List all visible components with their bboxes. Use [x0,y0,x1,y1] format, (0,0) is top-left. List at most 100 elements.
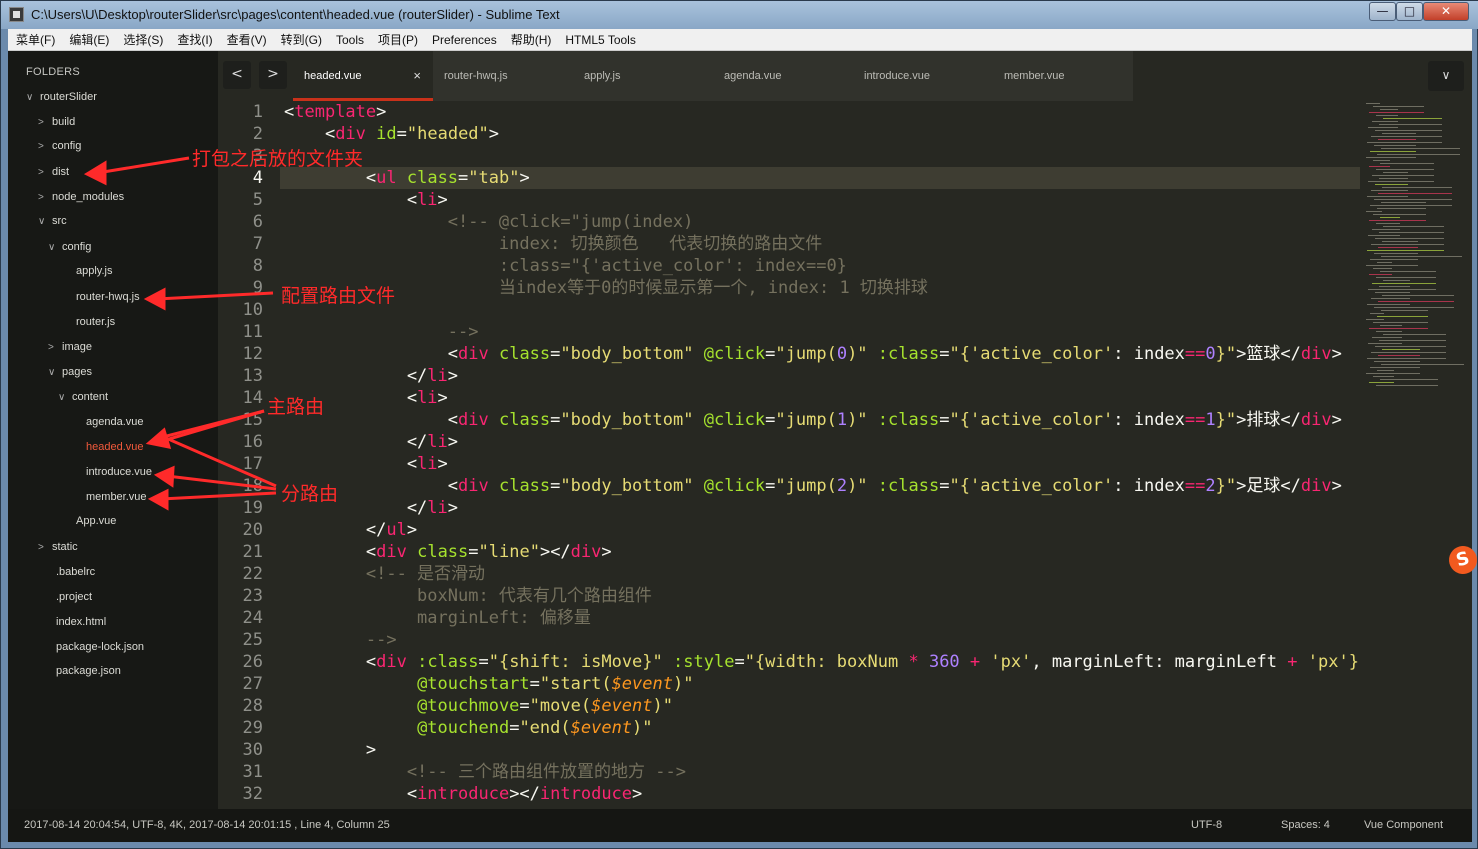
tree-item-build[interactable]: > build [38,112,75,132]
minimap-line [1379,178,1408,179]
tab-introduce-vue[interactable]: introduce.vue [853,51,993,101]
tree-item-label: config [62,241,92,253]
status-encoding[interactable]: UTF-8 [1191,819,1222,831]
code-line: boxNum: 代表有几个路由组件 [284,586,652,606]
line-number: 19 [242,498,263,518]
tree-item-apply-js[interactable]: apply.js [64,261,112,281]
code-line: <div class="body_bottom" @click="jump(1)… [284,410,1342,430]
minimap-line [1369,166,1390,167]
tree-item-project[interactable]: .project [44,587,92,607]
line-number: 14 [242,388,263,408]
tab-member-vue[interactable]: member.vue [993,51,1133,101]
tab-next-button[interactable]: > [259,61,287,89]
menu-item[interactable]: 选择(S) [123,31,163,48]
menu-item[interactable]: 项目(P) [378,31,418,48]
line-number: 6 [252,212,263,232]
minimap-line [1375,130,1442,131]
tree-item-label: introduce.vue [86,466,153,478]
minimap-line [1369,382,1394,383]
minimap-line [1376,277,1436,278]
minimap-line [1373,214,1426,215]
line-number: 17 [242,454,263,474]
line-number: 16 [242,432,263,452]
menu-item[interactable]: Preferences [432,33,497,47]
code-line: --> [284,322,479,342]
tab-agenda-vue[interactable]: agenda.vue [713,51,853,101]
code-editor[interactable]: 1 2 3 4 5 6 7 8 9 10 11 12 13 14 15 16 17 18 19 20 21 22 23 24 2… [218,101,1472,809]
minimap-line [1375,346,1446,347]
menu-item[interactable]: 查看(V) [227,31,267,48]
tree-item-package-json[interactable]: package.json [44,661,121,681]
tab-prev-button[interactable]: < [223,61,251,89]
menu-item[interactable]: 帮助(H) [511,31,552,48]
folders-heading: FOLDERS [26,66,81,78]
tab-router-hwq-js[interactable]: router-hwq.js [433,51,573,101]
tree-item-config[interactable]: > config [38,136,81,156]
line-number: 26 [242,652,263,672]
minimap-line [1376,385,1438,386]
minimap-line [1368,127,1398,128]
menu-item[interactable]: Tools [336,33,364,47]
tab-close-icon[interactable]: × [413,51,421,101]
tree-item-package-lock-json[interactable]: package-lock.json [44,637,144,657]
minimize-button[interactable]: — [1369,2,1396,21]
tree-item-dist[interactable]: > dist [38,162,69,182]
tab-label: router-hwq.js [444,70,508,82]
menu-item[interactable]: 编辑(E) [69,31,109,48]
minimap-line [1381,148,1460,149]
tree-item-introduce-vue[interactable]: introduce.vue [74,462,152,482]
minimap-line [1378,247,1418,248]
line-number: 4 [252,168,263,188]
minimap-line [1381,310,1428,311]
tree-item-node-modules[interactable]: > node_modules [38,187,124,207]
tree-item-content[interactable]: ∨ content [58,387,108,407]
tree-item-image[interactable]: > image [48,337,92,357]
tree-item-label: agenda.vue [86,416,144,428]
menu-item[interactable]: HTML5 Tools [565,33,635,47]
tab-apply-js[interactable]: apply.js [573,51,713,101]
status-syntax[interactable]: Vue Component [1364,819,1443,831]
menu-item[interactable]: 菜单(F) [16,31,55,48]
chevron-right-icon: > [38,116,44,128]
menu-item[interactable]: 查找(I) [177,31,212,48]
maximize-button[interactable]: □ [1396,2,1423,21]
tree-item-pages[interactable]: ∨ pages [48,362,92,382]
tree-item-config[interactable]: ∨ config [48,237,91,257]
tree-item-agenda-vue[interactable]: agenda.vue [74,412,144,432]
status-indentation[interactable]: Spaces: 4 [1281,819,1330,831]
minimap-line [1375,238,1444,239]
tree-item-src[interactable]: ∨ src [38,211,67,231]
tree-item-headed-vue[interactable]: headed.vue [74,437,144,457]
minimap-line [1370,367,1420,368]
tree-item-app-vue[interactable]: App.vue [64,511,116,531]
tree-item-router-hwq-js[interactable]: router-hwq.js [64,287,140,307]
code-line: index: 切换颜色 代表切换的路由文件 [284,234,823,254]
tab-headed-vue[interactable]: headed.vue × [293,51,433,101]
code-line: <li> [284,190,448,210]
tree-item-router-js[interactable]: router.js [64,312,115,332]
tree-item-label: index.html [56,616,107,628]
minimap-line [1373,106,1424,107]
tree-item-label: content [72,391,109,403]
minimap-line [1369,112,1424,113]
tree-item-babelrc[interactable]: .babelrc [44,562,95,582]
chevron-down-icon: ∨ [58,391,66,403]
tree-item-static[interactable]: > static [38,537,78,557]
code-line: <div :class="{shift: isMove}" :style="{w… [284,652,1370,672]
tab-label: introduce.vue [864,70,931,82]
minimap-line [1367,196,1408,197]
tree-item-routerslider[interactable]: ∨ routerSlider [26,87,97,107]
code-line: </li> [284,366,459,386]
tree-item-index-html[interactable]: index.html [44,612,106,632]
menu-bar: 菜单(F) 编辑(E) 选择(S) 查找(I) 查看(V) 转到(G) Tools 项目(P)… [8,29,1472,51]
minimap[interactable] [1360,101,1472,809]
close-window-button[interactable]: ✕ [1423,2,1469,21]
tree-item-label: config [52,140,82,152]
tab-dropdown-button[interactable]: ∨ [1428,61,1464,91]
minimap-line [1373,160,1390,161]
code-line: marginLeft: 偏移量 [284,608,591,628]
code-line: <!-- 是否滑动 [284,564,486,584]
tree-item-member-vue[interactable]: member.vue [74,487,147,507]
menu-item[interactable]: 转到(G) [281,31,322,48]
minimap-line [1372,283,1436,284]
